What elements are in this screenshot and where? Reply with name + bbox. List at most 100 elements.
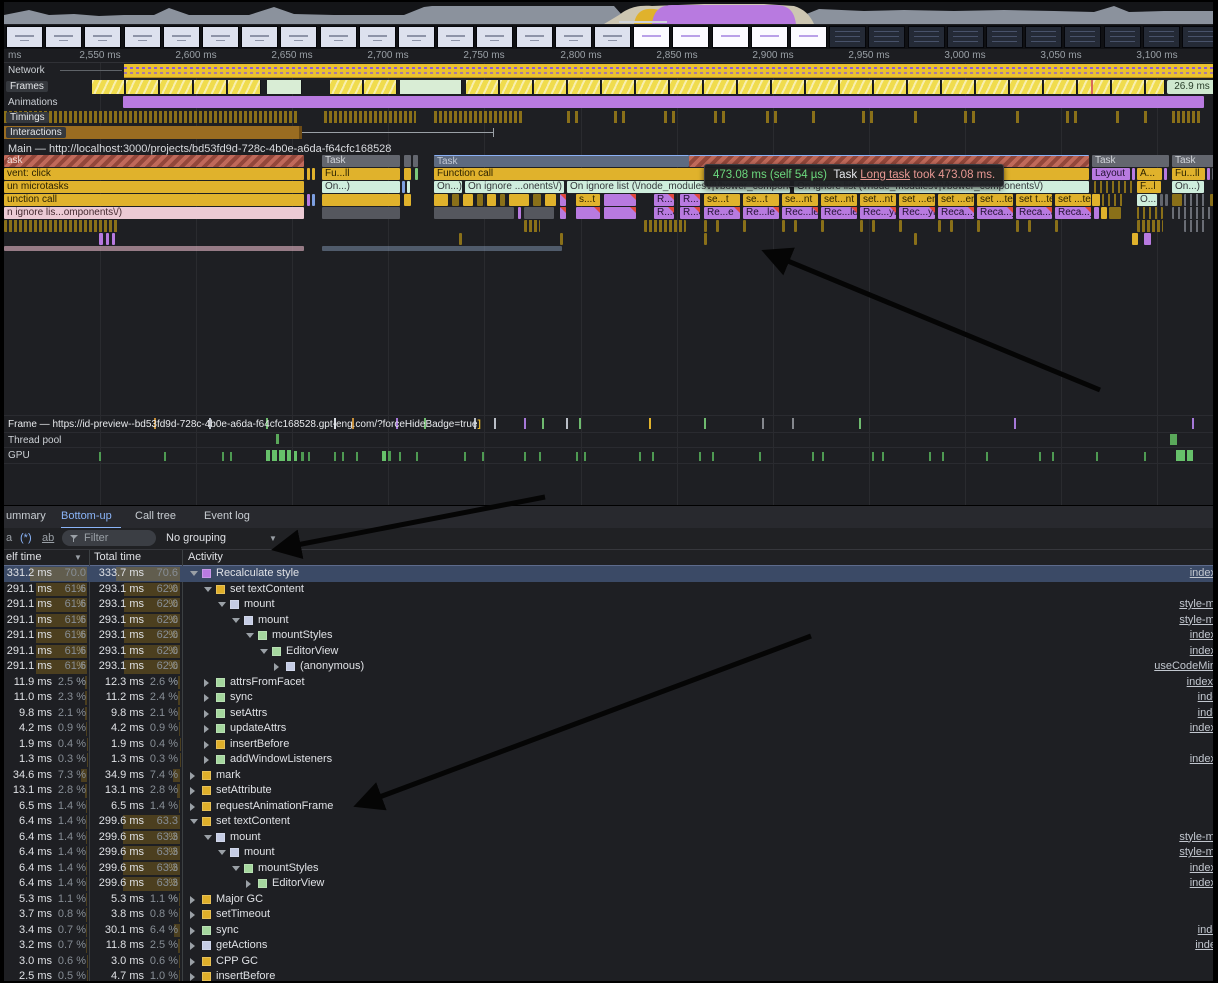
- flame-block[interactable]: Re...le: [743, 207, 779, 219]
- table-row[interactable]: 6.4 ms1.4 %299.6 ms63.3 %mountStylesinde…: [4, 861, 1213, 877]
- flame-mark[interactable]: [560, 194, 566, 206]
- network-track-label[interactable]: Network: [8, 65, 45, 76]
- frame-partial[interactable]: [738, 80, 771, 94]
- table-row[interactable]: 3.4 ms0.7 %30.1 ms6.4 %syncindex.: [4, 923, 1213, 939]
- flame-mark[interactable]: [413, 155, 418, 167]
- flame-mark[interactable]: [1016, 220, 1019, 232]
- source-link[interactable]: index.js: [1190, 628, 1213, 644]
- flame-mark[interactable]: [404, 155, 411, 167]
- flame-mark[interactable]: [1207, 168, 1210, 180]
- flame-mark[interactable]: [704, 220, 707, 232]
- flame-mark[interactable]: [560, 207, 566, 219]
- screenshot-thumbnail[interactable]: [1182, 26, 1213, 48]
- flame-mark[interactable]: [463, 194, 473, 206]
- screenshot-thumbnail[interactable]: [751, 26, 788, 48]
- source-link[interactable]: style-mod: [1179, 613, 1213, 629]
- table-row[interactable]: 1.9 ms0.4 %1.9 ms0.4 %insertBefore: [4, 737, 1213, 753]
- flame-mark[interactable]: [644, 220, 686, 232]
- flame-block[interactable]: set ...tent: [977, 194, 1013, 206]
- activity-label[interactable]: Recalculate style: [216, 566, 299, 582]
- flame-mark[interactable]: [560, 233, 563, 245]
- flame-mark[interactable]: [307, 194, 310, 206]
- flame-mark[interactable]: [1212, 168, 1213, 180]
- flame-block[interactable]: O...: [1137, 194, 1157, 206]
- screenshot-thumbnail[interactable]: [320, 26, 357, 48]
- screenshot-thumbnail[interactable]: [908, 26, 945, 48]
- source-link[interactable]: index.js: [1190, 721, 1213, 737]
- thread-pool-label[interactable]: Thread pool: [8, 435, 61, 446]
- sort-icon[interactable]: ▼: [74, 550, 82, 565]
- activity-label[interactable]: insertBefore: [230, 737, 289, 753]
- flame-mark[interactable]: [743, 220, 746, 232]
- flame-mark[interactable]: [821, 220, 824, 232]
- flame-block[interactable]: On ignore ...onents\/): [465, 181, 564, 193]
- flame-block[interactable]: set...nt: [860, 194, 896, 206]
- screenshot-thumbnail[interactable]: [398, 26, 435, 48]
- table-row[interactable]: 291.1 ms61.6 %293.1 ms62.0 %(anonymous)u…: [4, 659, 1213, 675]
- collapse-toggle-icon[interactable]: [232, 618, 240, 623]
- expand-toggle-icon[interactable]: [246, 880, 251, 888]
- gpu-track-label[interactable]: GPU: [8, 450, 30, 461]
- expand-toggle-icon[interactable]: [204, 741, 209, 749]
- frame-partial[interactable]: [126, 80, 159, 94]
- table-row[interactable]: 9.8 ms2.1 %9.8 ms2.1 %setAttrsindex.: [4, 706, 1213, 722]
- activity-label[interactable]: Major GC: [216, 892, 263, 908]
- source-link[interactable]: index.js: [1190, 876, 1213, 892]
- flame-mark[interactable]: [322, 246, 562, 251]
- screenshot-thumbnail[interactable]: [672, 26, 709, 48]
- screenshot-thumbnail[interactable]: [1104, 26, 1141, 48]
- source-link[interactable]: index.js: [1190, 566, 1213, 582]
- flame-mark[interactable]: [1102, 194, 1124, 206]
- expand-toggle-icon[interactable]: [204, 710, 209, 718]
- flame-mark[interactable]: [307, 168, 310, 180]
- frame-partial[interactable]: [194, 80, 227, 94]
- flame-block[interactable]: Layout: [1092, 168, 1130, 180]
- table-row[interactable]: 4.2 ms0.9 %4.2 ms0.9 %updateAttrsindex.j…: [4, 721, 1213, 737]
- table-row[interactable]: 5.3 ms1.1 %5.3 ms1.1 %Major GC: [4, 892, 1213, 908]
- activity-label[interactable]: requestAnimationFrame: [216, 799, 333, 815]
- flame-mark[interactable]: [404, 194, 411, 206]
- tab-call-tree[interactable]: Call tree: [135, 506, 187, 527]
- flame-mark[interactable]: [872, 220, 875, 232]
- activity-label[interactable]: mount: [244, 845, 275, 861]
- flame-block[interactable]: Fu...ll: [322, 168, 400, 180]
- flame-mark[interactable]: [950, 220, 953, 232]
- screenshot-thumbnail[interactable]: [555, 26, 592, 48]
- source-link[interactable]: index.js: [1190, 644, 1213, 660]
- table-row[interactable]: 291.1 ms61.6 %293.1 ms62.0 %mountStylesi…: [4, 628, 1213, 644]
- activity-label[interactable]: setTimeout: [216, 907, 270, 923]
- activity-label[interactable]: CPP GC: [216, 954, 258, 970]
- collapse-toggle-icon[interactable]: [190, 571, 198, 576]
- collapse-toggle-icon[interactable]: [204, 835, 212, 840]
- grouping-caret-icon[interactable]: ▼: [269, 528, 277, 549]
- screenshot-thumbnail[interactable]: [241, 26, 278, 48]
- flame-mark[interactable]: [477, 194, 483, 206]
- screenshot-thumbnail[interactable]: [829, 26, 866, 48]
- frame-partial[interactable]: [92, 80, 125, 94]
- table-row[interactable]: 3.2 ms0.7 %11.8 ms2.5 %getActionsindex.j: [4, 938, 1213, 954]
- source-link[interactable]: style-mod: [1179, 845, 1213, 861]
- flame-mark[interactable]: [312, 168, 315, 180]
- flame-block[interactable]: Reca...yle: [1055, 207, 1091, 219]
- expand-toggle-icon[interactable]: [204, 679, 209, 687]
- table-row[interactable]: 3.7 ms0.8 %3.8 ms0.8 %setTimeout: [4, 907, 1213, 923]
- column-activity[interactable]: Activity: [188, 550, 223, 565]
- table-row[interactable]: 6.4 ms1.4 %299.6 ms63.3 %set textContent: [4, 814, 1213, 830]
- frame-partial[interactable]: [840, 80, 873, 94]
- table-row[interactable]: 291.1 ms61.6 %293.1 ms62.0 %mountstyle-m…: [4, 597, 1213, 613]
- flame-mark[interactable]: [4, 246, 304, 251]
- frame-partial[interactable]: [636, 80, 669, 94]
- source-link[interactable]: index.: [1198, 706, 1213, 722]
- flame-block[interactable]: Reca...yle: [977, 207, 1013, 219]
- flame-block[interactable]: set ...tent: [1055, 194, 1091, 206]
- flame-mark[interactable]: [938, 220, 941, 232]
- cpu-overview-strip[interactable]: [4, 2, 1213, 24]
- source-link[interactable]: style-mod: [1179, 597, 1213, 613]
- table-row[interactable]: 34.6 ms7.3 %34.9 ms7.4 %mark: [4, 768, 1213, 784]
- match-case-icon[interactable]: a: [6, 528, 12, 549]
- flame-mark[interactable]: [500, 194, 505, 206]
- activity-label[interactable]: EditorView: [286, 644, 338, 660]
- flame-mark[interactable]: [99, 233, 103, 245]
- activity-label[interactable]: mount: [244, 597, 275, 613]
- flame-mark[interactable]: [112, 233, 115, 245]
